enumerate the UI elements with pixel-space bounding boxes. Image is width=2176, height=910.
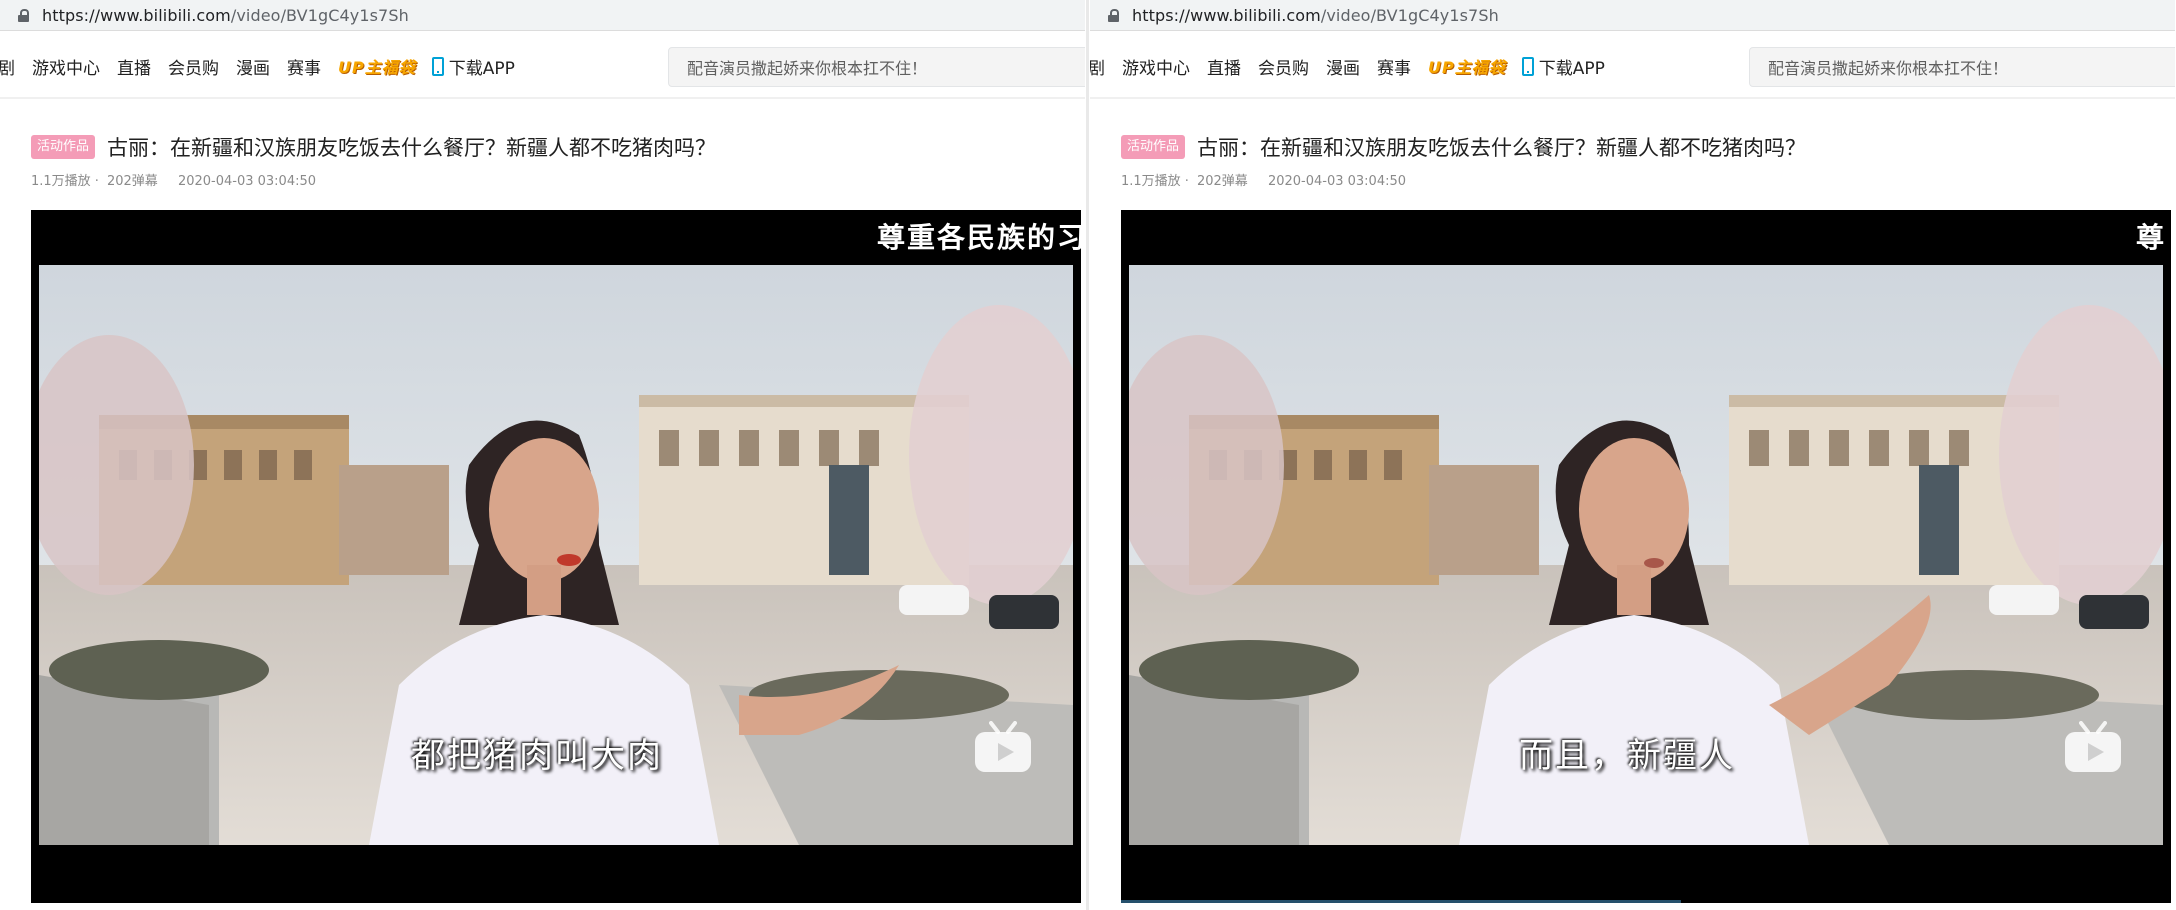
nav-item-live[interactable]: 直播 xyxy=(1207,54,1241,79)
search-placeholder: 配音演员撒起娇来你根本扛不住！ xyxy=(687,59,928,78)
phone-icon xyxy=(431,56,444,76)
screenshot-left: https://www.bilibili.com/video/BV1gC4y1s… xyxy=(0,0,1085,910)
video-title: 古丽：在新疆和汉族朋友吃饭去什么餐厅？新疆人都不吃猪肉吗？ xyxy=(1197,136,1807,160)
nav-item-mall[interactable]: 会员购 xyxy=(1258,54,1309,79)
nav-item-up-gift[interactable]: UP主福袋 xyxy=(1428,54,1506,78)
download-app-label: 下载APP xyxy=(448,58,515,79)
screenshot-divider xyxy=(1086,0,1089,910)
nav-item-game-center[interactable]: 游戏中心 xyxy=(32,54,100,79)
video-title-row: 活动作品 古丽：在新疆和汉族朋友吃饭去什么餐厅？新疆人都不吃猪肉吗？ xyxy=(1121,132,1806,162)
top-caption: 尊重各民族的习 xyxy=(877,221,1081,254)
nav-item-game-center[interactable]: 游戏中心 xyxy=(1122,54,1190,79)
nav-item-anime[interactable]: 番剧 xyxy=(0,54,15,79)
url-text[interactable]: https://www.bilibili.com/video/BV1gC4y1s… xyxy=(42,6,409,25)
bilibili-watermark-icon xyxy=(2065,721,2121,772)
nav-download-app[interactable]: 下载APP xyxy=(1521,54,1605,79)
bilibili-watermark-icon xyxy=(975,721,1031,772)
download-app-label: 下载APP xyxy=(1538,58,1605,79)
phone-icon xyxy=(1521,56,1534,76)
view-count: 1.1万播放 xyxy=(31,174,91,189)
activity-tag[interactable]: 活动作品 xyxy=(31,135,96,159)
top-caption: 尊 xyxy=(2136,221,2167,254)
nav-item-esports[interactable]: 赛事 xyxy=(287,54,321,79)
url-path: /video/BV1gC4y1s7Sh xyxy=(230,5,409,25)
activity-tag[interactable]: 活动作品 xyxy=(1121,135,1186,159)
address-bar[interactable]: https://www.bilibili.com/video/BV1gC4y1s… xyxy=(1090,0,2175,31)
video-title: 古丽：在新疆和汉族朋友吃饭去什么餐厅？新疆人都不吃猪肉吗？ xyxy=(107,136,717,160)
url-host: https://www.bilibili.com xyxy=(42,5,231,25)
lock-icon xyxy=(1108,8,1119,22)
nav-item-up-gift[interactable]: UP主福袋 xyxy=(338,54,416,78)
url-host: https://www.bilibili.com xyxy=(1132,5,1321,25)
publish-date: 2020-04-03 03:04:50 xyxy=(1267,174,1407,189)
video-player[interactable]: 尊 而且，新疆人 xyxy=(1121,210,2171,903)
danmaku-count: 202弹幕 xyxy=(106,174,158,189)
url-path: /video/BV1gC4y1s7Sh xyxy=(1320,5,1499,25)
url-text[interactable]: https://www.bilibili.com/video/BV1gC4y1s… xyxy=(1132,6,1499,25)
nav-item-esports[interactable]: 赛事 xyxy=(1377,54,1411,79)
search-input[interactable]: 配音演员撒起娇来你根本扛不住！ xyxy=(668,47,1085,87)
nav-item-mall[interactable]: 会员购 xyxy=(168,54,219,79)
progress-bar[interactable] xyxy=(1121,900,1681,903)
view-count: 1.1万播放 xyxy=(1121,174,1181,189)
search-placeholder: 配音演员撒起娇来你根本扛不住！ xyxy=(1768,59,2009,78)
subtitle: 都把猪肉叫大肉 xyxy=(411,736,663,776)
nav-item-anime[interactable]: 番剧 xyxy=(1090,54,1105,79)
nav-item-manga[interactable]: 漫画 xyxy=(1326,54,1360,79)
video-player[interactable]: 尊重各民族的习 都把猪肉叫大肉 xyxy=(31,210,1081,903)
top-nav: 番剧 游戏中心 直播 会员购 漫画 赛事 UP主福袋 下载APP xyxy=(1090,46,1605,86)
danmaku-count: 202弹幕 xyxy=(1196,174,1248,189)
top-nav: 番剧 游戏中心 直播 会员购 漫画 赛事 UP主福袋 下载APP xyxy=(0,46,515,86)
video-meta: 1.1万播放 · 202弹幕 2020-04-03 03:04:50 xyxy=(1121,174,1407,189)
subtitle: 而且，新疆人 xyxy=(1519,736,1735,776)
header-divider xyxy=(0,97,1085,99)
lock-icon xyxy=(18,8,29,22)
address-bar[interactable]: https://www.bilibili.com/video/BV1gC4y1s… xyxy=(0,0,1085,31)
nav-item-live[interactable]: 直播 xyxy=(117,54,151,79)
nav-download-app[interactable]: 下载APP xyxy=(431,54,515,79)
search-input[interactable]: 配音演员撒起娇来你根本扛不住！ xyxy=(1749,47,2175,87)
video-title-row: 活动作品 古丽：在新疆和汉族朋友吃饭去什么餐厅？新疆人都不吃猪肉吗？ xyxy=(31,132,716,162)
video-meta: 1.1万播放 · 202弹幕 2020-04-03 03:04:50 xyxy=(31,174,317,189)
nav-item-manga[interactable]: 漫画 xyxy=(236,54,270,79)
screenshot-right: https://www.bilibili.com/video/BV1gC4y1s… xyxy=(1090,0,2175,910)
header-divider xyxy=(1090,97,2175,99)
publish-date: 2020-04-03 03:04:50 xyxy=(177,174,317,189)
